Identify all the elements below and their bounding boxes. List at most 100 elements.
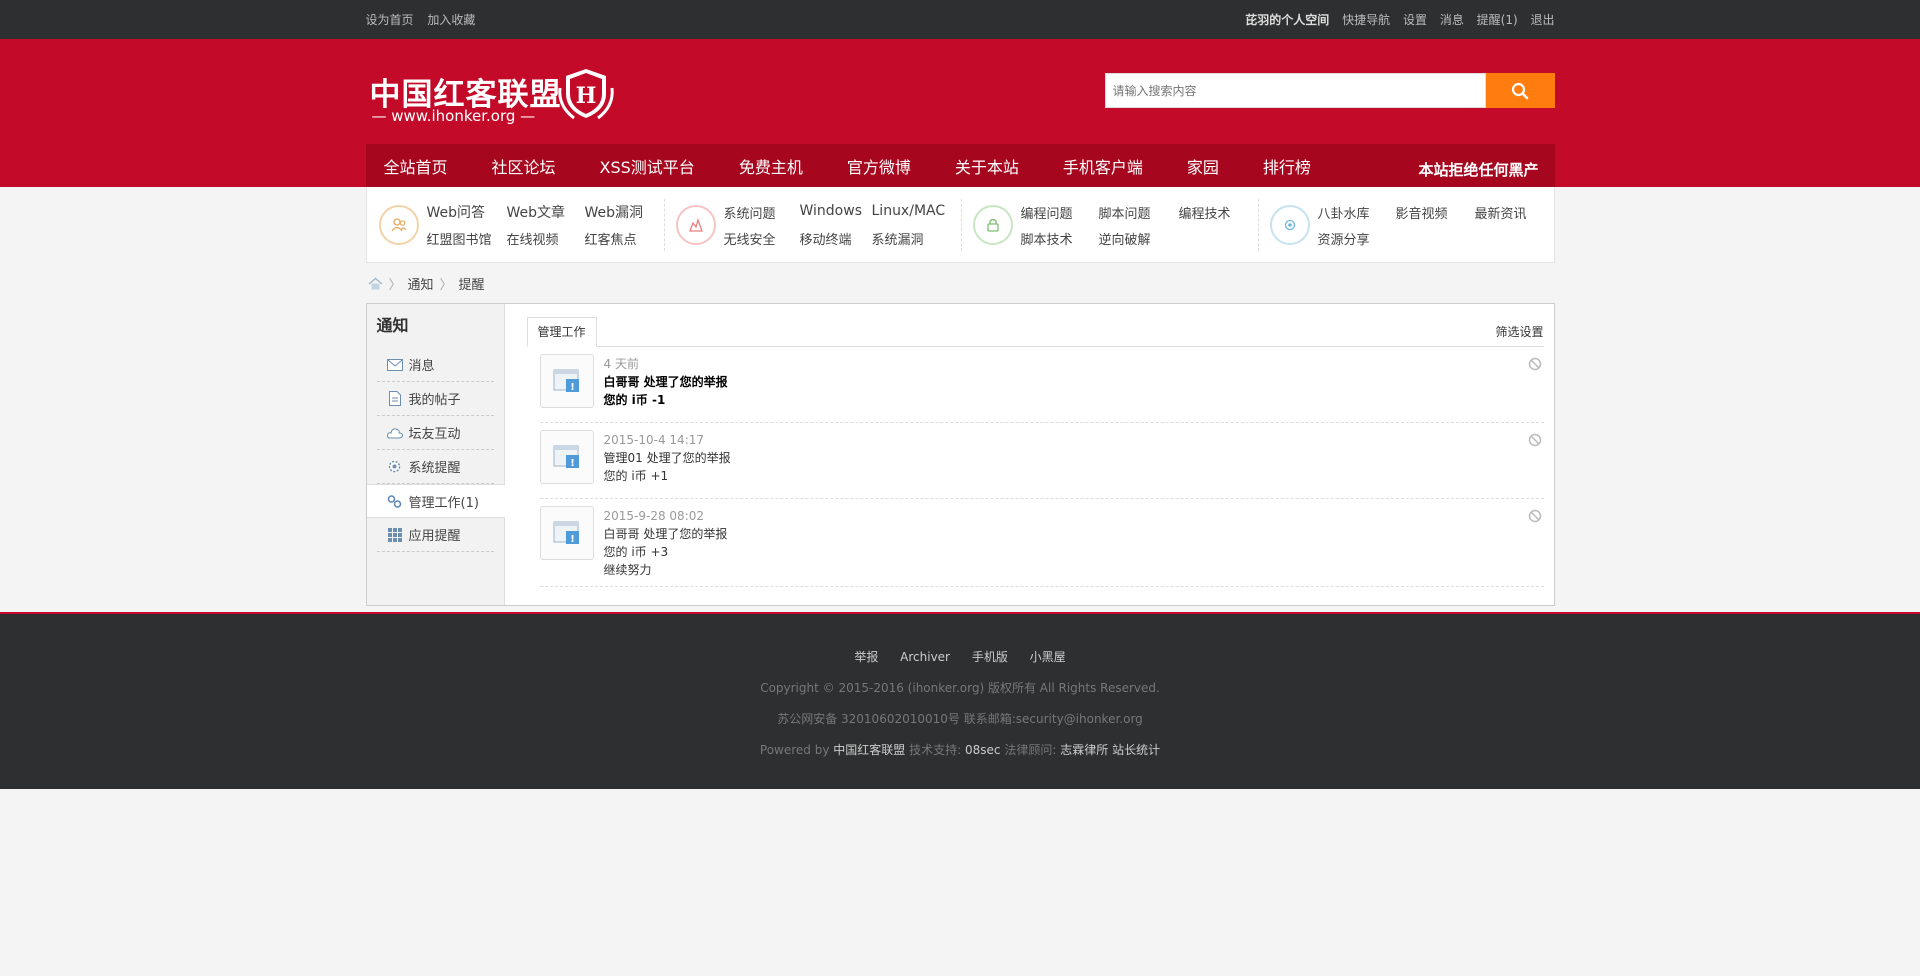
- reminders-link[interactable]: 提醒(1): [1477, 13, 1518, 27]
- subnav-link[interactable]: 系统问题: [724, 203, 800, 222]
- cloud-icon: [386, 425, 403, 441]
- nav-home[interactable]: 全站首页: [384, 154, 448, 178]
- footer-link-report[interactable]: 举报: [854, 650, 878, 664]
- sidebar-item-messages[interactable]: 消息: [376, 348, 494, 382]
- site-stats-link[interactable]: 站长统计: [1112, 743, 1160, 757]
- tab-manage-work[interactable]: 管理工作: [526, 317, 597, 347]
- nav-ranking[interactable]: 排行榜: [1263, 154, 1311, 178]
- svg-text:!: !: [570, 458, 575, 469]
- nav-home-space[interactable]: 家园: [1187, 154, 1219, 178]
- subnav-link[interactable]: 最新资讯: [1475, 203, 1545, 222]
- subnav-link[interactable]: 编程技术: [1179, 203, 1249, 222]
- subnav-link[interactable]: 资源分享: [1318, 229, 1396, 248]
- ignore-icon[interactable]: [1528, 509, 1542, 523]
- search-input[interactable]: [1104, 73, 1486, 108]
- notice-text: 您的 i币 -1: [603, 393, 666, 407]
- system-avatar-icon: !: [539, 430, 594, 484]
- subnav-link[interactable]: Web文章: [507, 202, 585, 222]
- ignore-icon[interactable]: [1528, 357, 1542, 371]
- subnav-link[interactable]: 脚本问题: [1099, 203, 1179, 222]
- set-homepage-link[interactable]: 设为首页: [366, 13, 414, 27]
- footer-link-blackroom[interactable]: 小黑屋: [1030, 650, 1066, 664]
- footer-link-archiver[interactable]: Archiver: [900, 650, 950, 664]
- notice-time: 2015-9-28 08:02: [603, 509, 705, 523]
- search-button[interactable]: [1485, 73, 1555, 108]
- subnav-link[interactable]: Web漏洞: [585, 202, 655, 222]
- system-avatar-icon: !: [539, 354, 594, 408]
- notice-item: ! 2015-9-28 08:02 白哥哥 处理了您的举报 您的 i币 +3 继…: [539, 499, 1544, 587]
- tab-bar: 管理工作 筛选设置: [526, 316, 1544, 347]
- notification-content: 管理工作 筛选设置 ! 4 天前 白哥哥 处理了您的举报 您的 i币 -1 ! …: [505, 304, 1554, 605]
- notice-item: ! 2015-10-4 14:17 管理01 处理了您的举报 您的 i币 +1: [539, 423, 1544, 499]
- breadcrumb: 〉 通知 〉 提醒: [366, 263, 1555, 303]
- nav-weibo[interactable]: 官方微博: [847, 154, 911, 178]
- svg-text:H: H: [575, 83, 596, 109]
- subnav-link[interactable]: 脚本技术: [1021, 229, 1099, 248]
- subnav-link[interactable]: 影音视频: [1396, 203, 1475, 222]
- user-space-link[interactable]: 芘羽的个人空间: [1245, 13, 1329, 27]
- quick-nav-link[interactable]: 快捷导航: [1342, 13, 1390, 27]
- breadcrumb-item[interactable]: 通知: [408, 274, 434, 293]
- sidebar-item-label: 应用提醒: [408, 529, 461, 544]
- tech-support-link[interactable]: 08sec: [965, 743, 1001, 757]
- notice-text: 管理01 处理了您的举报: [603, 451, 731, 465]
- messages-link[interactable]: 消息: [1440, 13, 1464, 27]
- notice-item: ! 4 天前 白哥哥 处理了您的举报 您的 i币 -1: [539, 347, 1544, 423]
- footer-icp: 苏公网安备 32010602010010号 联系邮箱:security@ihon…: [777, 712, 1143, 726]
- legal-advisor-link[interactable]: 志霖律所: [1060, 743, 1108, 757]
- sidebar-item-manage[interactable]: 管理工作(1): [366, 484, 505, 518]
- subnav-link[interactable]: 逆向破解: [1099, 229, 1179, 248]
- nav-xss-platform[interactable]: XSS测试平台: [600, 154, 695, 178]
- sidebar-menu: 消息 我的帖子 坛友互动 系统提醒 管理工作(1) 应用提醒: [366, 348, 505, 552]
- breadcrumb-separator: 〉: [439, 277, 453, 293]
- footer-links: 举报 Archiver 手机版 小黑屋: [0, 648, 1920, 665]
- subnav-link[interactable]: [1179, 229, 1249, 248]
- ignore-icon[interactable]: [1528, 433, 1542, 447]
- manage-icon: [387, 493, 403, 509]
- notification-panel: 通知 消息 我的帖子 坛友互动 系统提醒 管理工作(1) 应用提醒 管理工作 筛…: [365, 303, 1555, 606]
- subnav-link[interactable]: 在线视频: [507, 229, 585, 248]
- logo-url: — www.ihonker.org —: [371, 107, 536, 125]
- subnav-link[interactable]: Windows: [800, 203, 872, 222]
- svg-text:!: !: [570, 382, 575, 393]
- nav-forum[interactable]: 社区论坛: [492, 154, 556, 178]
- notice-time: 2015-10-4 14:17: [603, 433, 705, 447]
- sidebar-item-app[interactable]: 应用提醒: [376, 518, 494, 552]
- subnav-link[interactable]: [1475, 229, 1545, 248]
- sidebar-item-system[interactable]: 系统提醒: [376, 450, 494, 484]
- add-favorite-link[interactable]: 加入收藏: [427, 13, 475, 27]
- sub-nav: Web问答 Web文章 Web漏洞 红盟图书馆 在线视频 红客焦点 系统问题 W…: [365, 187, 1555, 263]
- sidebar-title: 通知: [376, 316, 409, 335]
- app-icon: [387, 527, 403, 543]
- footer-copyright: Copyright © 2015-2016 (ihonker.org) 版权所有…: [760, 681, 1160, 695]
- tech-prefix: 技术支持:: [909, 743, 962, 757]
- sidebar-item-my-posts[interactable]: 我的帖子: [376, 382, 494, 416]
- footer-link-mobile[interactable]: 手机版: [972, 650, 1008, 664]
- subnav-link[interactable]: 红盟图书馆: [427, 229, 507, 248]
- subnav-link[interactable]: 系统漏洞: [872, 229, 952, 248]
- site-logo[interactable]: 中国红客联盟 — www.ihonker.org — H: [370, 65, 620, 127]
- home-icon[interactable]: [368, 277, 383, 290]
- nav-free-host[interactable]: 免费主机: [739, 154, 803, 178]
- nav-mobile-client[interactable]: 手机客户端: [1063, 154, 1143, 178]
- notice-text: 您的 i币 +1: [603, 469, 669, 483]
- subnav-link[interactable]: Linux/MAC: [872, 203, 952, 222]
- subnav-link[interactable]: 编程问题: [1021, 203, 1099, 222]
- settings-link[interactable]: 设置: [1403, 13, 1427, 27]
- notice-time: 4 天前: [603, 357, 639, 371]
- subnav-link[interactable]: [1396, 229, 1475, 248]
- fire-icon: [675, 205, 716, 245]
- sidebar-item-label: 系统提醒: [408, 461, 461, 476]
- subnav-link[interactable]: 无线安全: [724, 229, 800, 248]
- subnav-link[interactable]: 移动终端: [800, 229, 872, 248]
- powered-link[interactable]: 中国红客联盟: [833, 743, 905, 757]
- subnav-link[interactable]: 八卦水库: [1318, 203, 1396, 222]
- logout-link[interactable]: 退出: [1530, 13, 1554, 27]
- nav-about[interactable]: 关于本站: [955, 154, 1019, 178]
- subnav-link[interactable]: Web问答: [427, 202, 507, 222]
- filter-settings-link[interactable]: 筛选设置: [1495, 323, 1543, 340]
- subnav-link[interactable]: 红客焦点: [585, 229, 655, 248]
- subnav-group-web: Web问答 Web文章 Web漏洞 红盟图书馆 在线视频 红客焦点: [367, 187, 664, 263]
- breadcrumb-item[interactable]: 提醒: [459, 274, 485, 293]
- sidebar-item-interactions[interactable]: 坛友互动: [376, 416, 494, 450]
